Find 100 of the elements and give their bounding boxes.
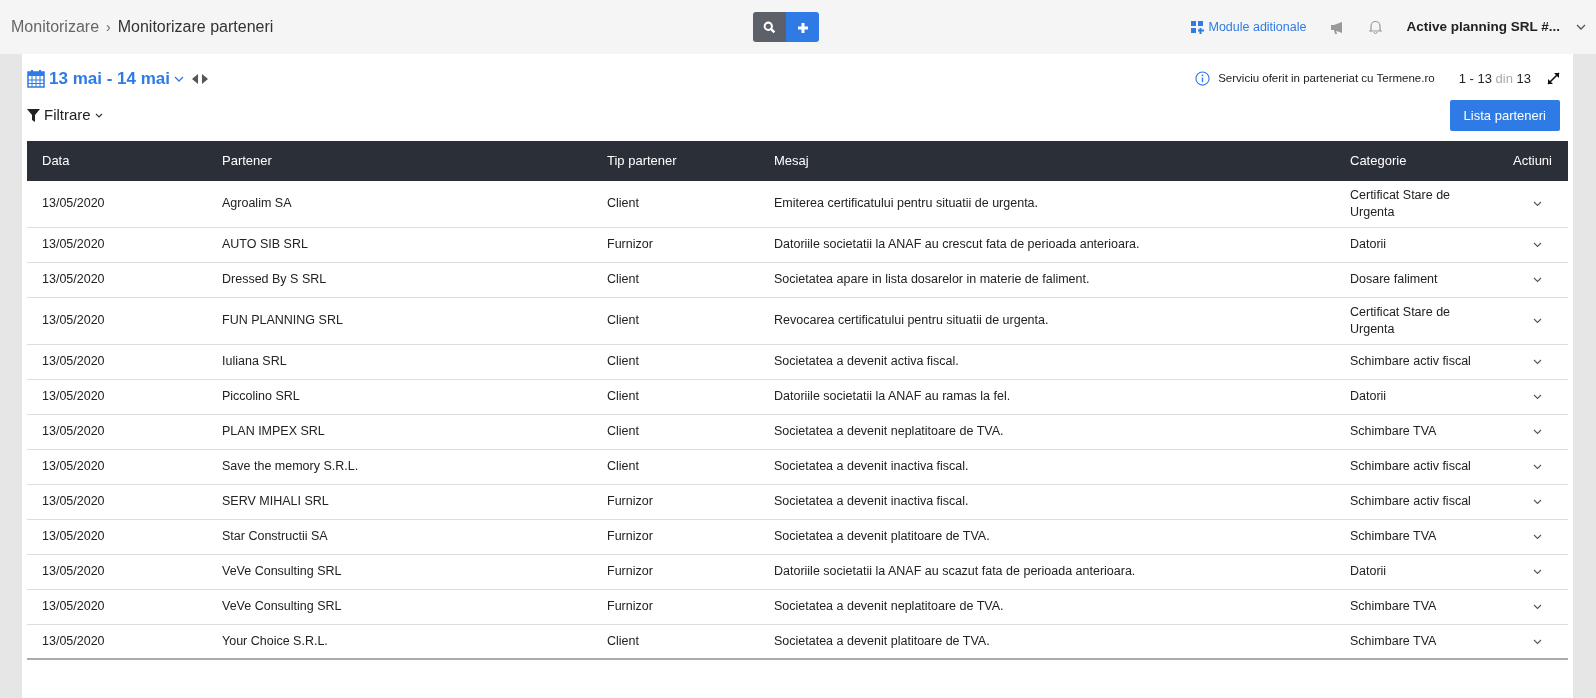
table-cell: 13/05/2020 — [27, 449, 207, 484]
page-title: Monitorizare parteneri — [117, 17, 274, 37]
table-cell: 13/05/2020 — [27, 624, 207, 659]
chevron-down-icon — [173, 75, 184, 82]
table-cell: Societatea a devenit inactiva fiscal. — [759, 449, 1335, 484]
table-cell: Societatea a devenit platitoare de TVA. — [759, 519, 1335, 554]
search-button[interactable] — [753, 12, 786, 42]
column-header: Data — [27, 141, 207, 181]
plus-icon — [796, 21, 809, 34]
table-cell: Datoriile societatii la ANAF au scazut fata de perioada anterioara. — [759, 554, 1335, 589]
search-icon — [763, 21, 776, 35]
table-cell: Revocarea certificatului pentru situatii de urgenta. — [759, 297, 1335, 344]
table-cell: Certificat Stare de Urgenta — [1335, 297, 1485, 344]
table-cell: Furnizor — [592, 227, 759, 263]
table-cell: Schimbare TVA — [1335, 589, 1485, 624]
table-cell: Societatea apare in lista dosarelor in materie de faliment. — [759, 262, 1335, 298]
table-cell: 13/05/2020 — [27, 344, 207, 379]
table-cell: Certificat Stare de Urgenta — [1335, 181, 1485, 228]
table-cell: 13/05/2020 — [27, 484, 207, 519]
table-cell: 13/05/2020 — [27, 181, 207, 228]
chevron-down-icon[interactable] — [1533, 463, 1542, 470]
funnel-icon — [27, 108, 40, 122]
chevron-down-icon[interactable] — [1533, 428, 1542, 435]
chevron-down-icon[interactable] — [1533, 242, 1542, 248]
chevron-down-icon[interactable] — [1533, 358, 1542, 365]
date-range-picker[interactable]: 13 mai - 14 mai — [27, 66, 184, 92]
table-cell: VeVe Consulting SRL — [207, 554, 592, 589]
table-cell: Schimbare TVA — [1335, 624, 1485, 659]
column-header: Categorie — [1335, 141, 1485, 181]
next-arrow-icon[interactable] — [201, 73, 208, 84]
chevron-down-icon[interactable] — [1533, 277, 1542, 283]
chevron-down-icon[interactable] — [1533, 603, 1542, 610]
chevron-down-icon[interactable] — [1533, 317, 1542, 324]
pagination-info: 1 - 13 din 13 — [1458, 70, 1531, 88]
table-cell: Client — [592, 379, 759, 414]
chevron-down-icon[interactable] — [1533, 201, 1542, 208]
table-cell: Dosare faliment — [1335, 262, 1485, 298]
table-cell: Furnizor — [592, 484, 759, 519]
chevron-down-icon[interactable] — [1533, 393, 1542, 400]
table-cell: Schimbare activ fiscal — [1335, 344, 1485, 379]
table-cell: Your Choice S.R.L. — [207, 624, 592, 659]
chevron-down-icon[interactable] — [1533, 498, 1542, 505]
previous-arrow-icon[interactable] — [191, 73, 198, 84]
table-cell: Client — [592, 414, 759, 449]
table-cell: Datorii — [1335, 227, 1485, 263]
table-cell: Datoriile societatii la ANAF au ramas la fel. — [759, 379, 1335, 414]
table-cell: Furnizor — [592, 519, 759, 554]
table-cell: Societatea a devenit neplatitoare de TVA. — [759, 414, 1335, 449]
table-cell: 13/05/2020 — [27, 519, 207, 554]
chevron-down-icon — [1576, 24, 1586, 30]
table-cell: Societatea a devenit platitoare de TVA. — [759, 624, 1335, 659]
column-header: Partener — [207, 141, 592, 181]
table-cell: Client — [592, 262, 759, 298]
table-cell: Client — [592, 181, 759, 228]
calendar-icon — [27, 69, 45, 89]
chevron-down-icon[interactable] — [1533, 638, 1542, 645]
table-cell: Dressed By S SRL — [207, 262, 592, 298]
table-cell: Furnizor — [592, 554, 759, 589]
chevron-down-icon[interactable] — [1533, 533, 1542, 540]
table-cell: 13/05/2020 — [27, 589, 207, 624]
table-cell: Client — [592, 624, 759, 659]
table-cell: 13/05/2020 — [27, 379, 207, 414]
grid-icon — [1191, 20, 1205, 34]
column-header: Tip partener — [592, 141, 759, 181]
account-menu[interactable]: Active planning SRL #... — [1406, 16, 1586, 38]
table-cell: Furnizor — [592, 589, 759, 624]
table-cell: Save the memory S.R.L. — [207, 449, 592, 484]
table-cell: Emiterea certificatului pentru situatii de urgenta. — [759, 181, 1335, 228]
expand-icon[interactable] — [1547, 72, 1560, 86]
breadcrumb-separator: › — [106, 17, 111, 37]
column-header: Actiuni — [1485, 141, 1568, 181]
table-cell: 13/05/2020 — [27, 262, 207, 298]
column-header: Mesaj — [759, 141, 1335, 181]
table-cell: Schimbare TVA — [1335, 414, 1485, 449]
table-cell: Iuliana SRL — [207, 344, 592, 379]
table-cell: Client — [592, 449, 759, 484]
table-cell: Piccolino SRL — [207, 379, 592, 414]
partners-list-button[interactable]: Lista parteneri — [1449, 99, 1560, 131]
table-cell: VeVe Consulting SRL — [207, 589, 592, 624]
table-cell: Schimbare activ fiscal — [1335, 449, 1485, 484]
filter-dropdown[interactable]: Filtrare — [27, 104, 103, 127]
service-note: Serviciu oferit in parteneriat cu Termene.ro — [1218, 71, 1435, 87]
table-cell: Schimbare TVA — [1335, 519, 1485, 554]
table-cell: SERV MIHALI SRL — [207, 484, 592, 519]
table-cell: FUN PLANNING SRL — [207, 297, 592, 344]
chevron-down-icon — [94, 112, 103, 118]
table-cell: Schimbare activ fiscal — [1335, 484, 1485, 519]
table-cell: AUTO SIB SRL — [207, 227, 592, 263]
info-icon — [1195, 71, 1211, 87]
table-cell: Client — [592, 344, 759, 379]
add-button[interactable] — [786, 12, 819, 42]
chevron-down-icon[interactable] — [1533, 568, 1542, 575]
table-cell: 13/05/2020 — [27, 414, 207, 449]
modules-link[interactable]: Module aditionale — [1191, 17, 1307, 37]
table-cell: Societatea a devenit inactiva fiscal. — [759, 484, 1335, 519]
table-cell: Client — [592, 297, 759, 344]
table-cell: 13/05/2020 — [27, 554, 207, 589]
table-cell: Datorii — [1335, 379, 1485, 414]
breadcrumb-link[interactable]: Monitorizare — [11, 15, 100, 39]
table-cell: 13/05/2020 — [27, 297, 207, 344]
